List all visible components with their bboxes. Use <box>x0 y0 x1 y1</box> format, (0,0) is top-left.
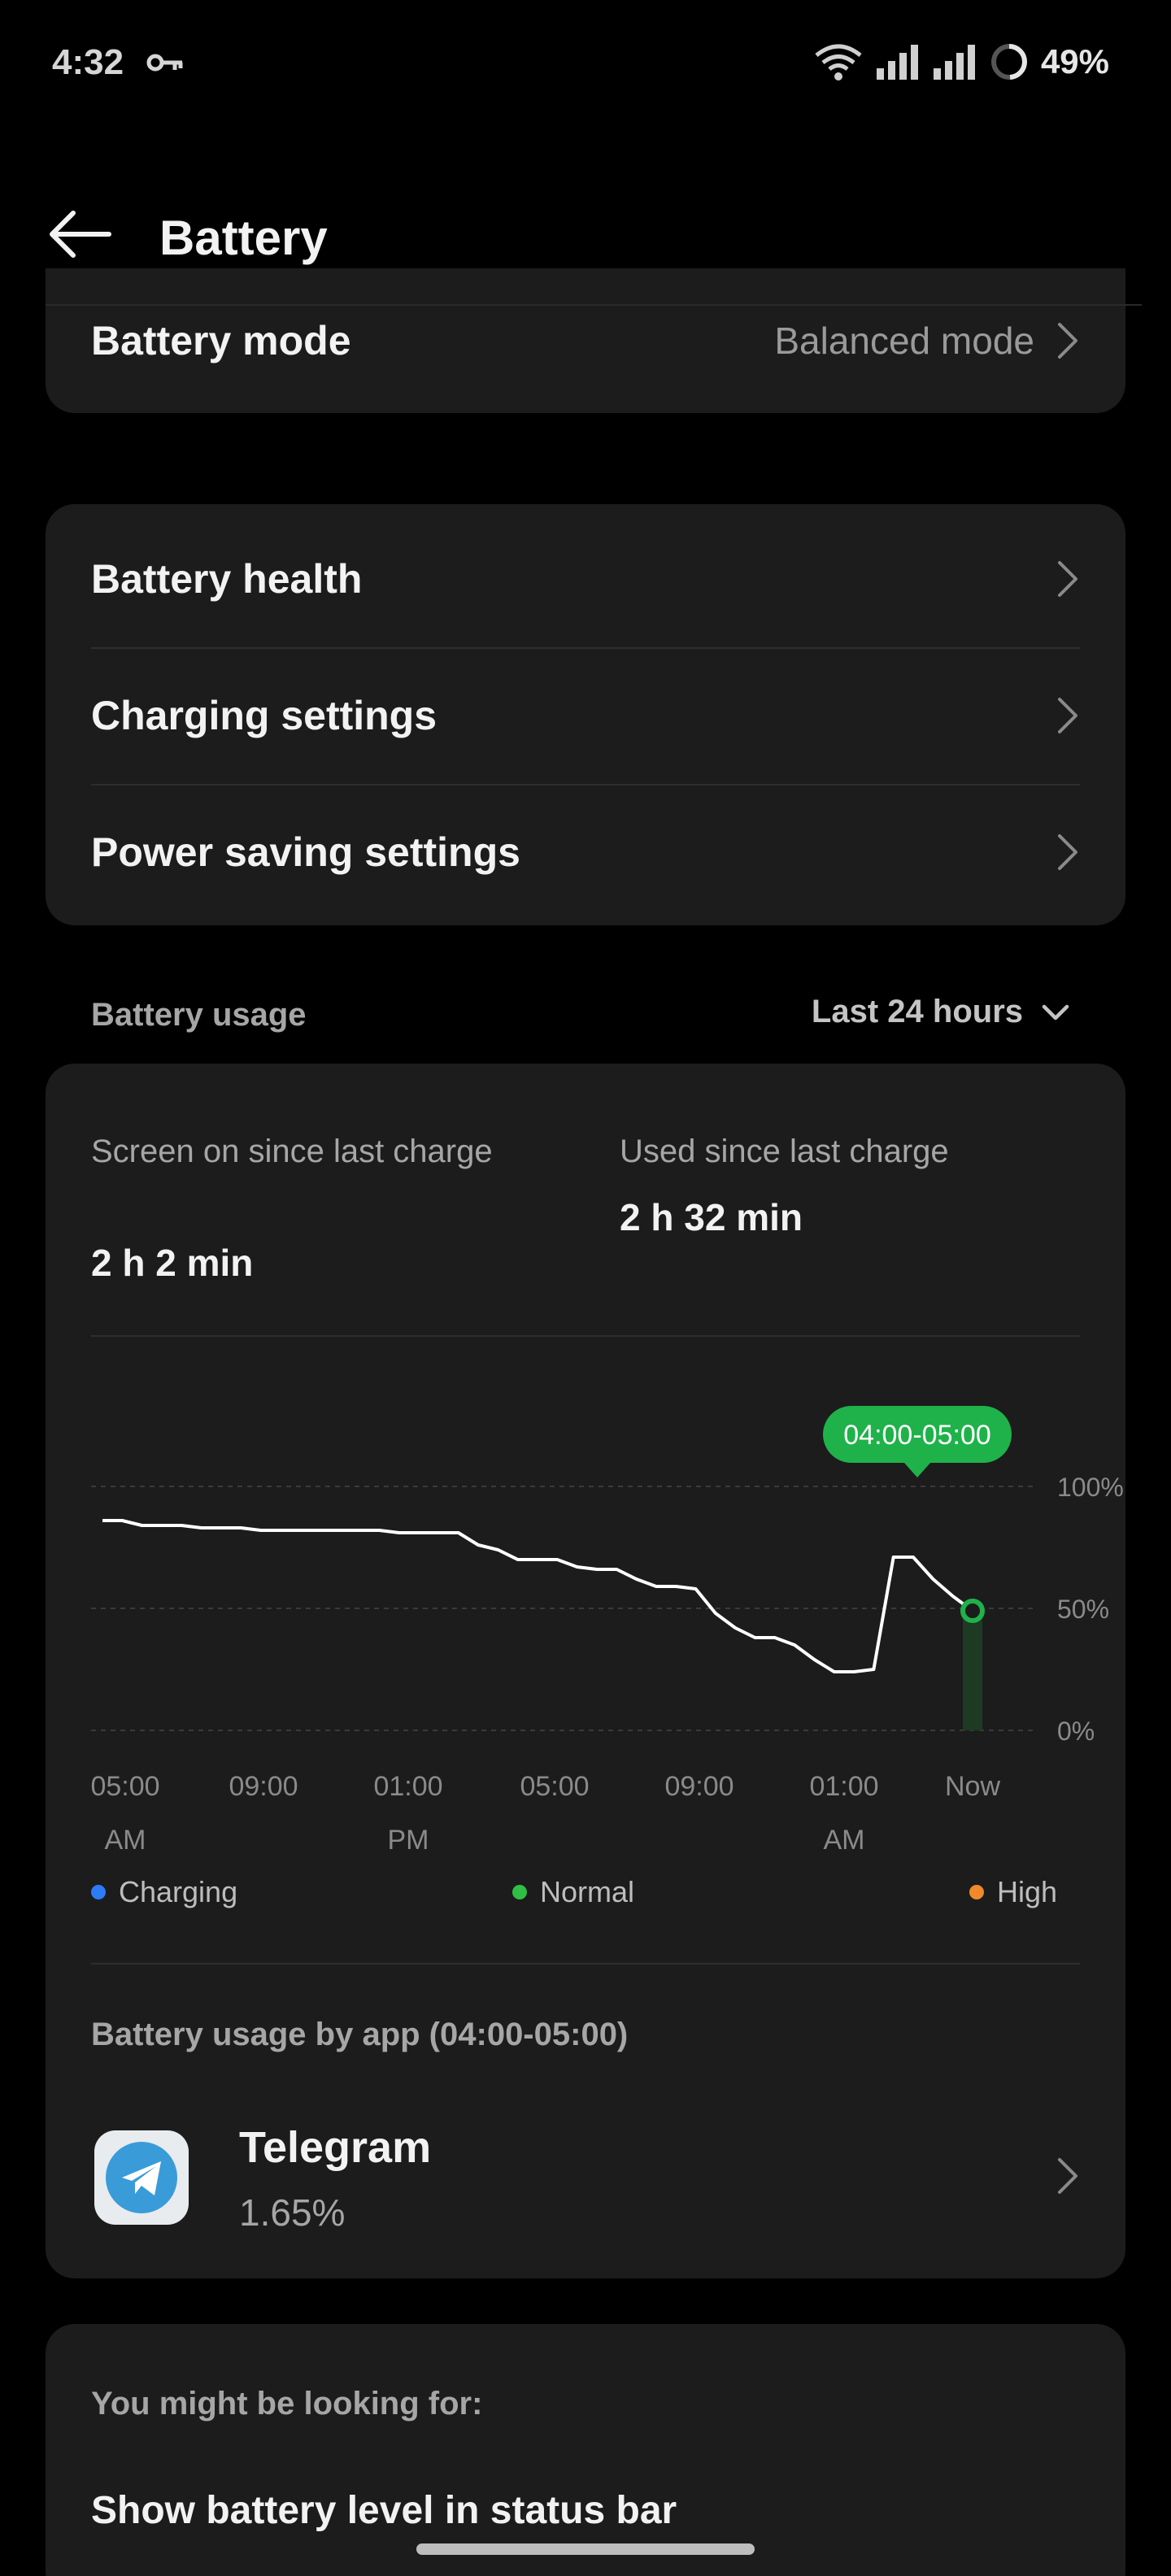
header-divider <box>46 304 1142 306</box>
chevron-right-icon <box>1058 561 1077 597</box>
used-since-value: 2 h 32 min <box>620 1196 803 1238</box>
x-tick-label: Now <box>945 1771 1000 1802</box>
used-since-label: Used since last charge <box>620 1134 949 1169</box>
status-icons: 49% <box>813 39 1109 85</box>
suggestion-show-battery-level[interactable]: Show battery level in status bar <box>91 2488 677 2533</box>
telegram-icon <box>94 2130 189 2225</box>
signal-icon <box>933 45 975 80</box>
x-tick-label: 05:00 <box>90 1771 159 1802</box>
power-saving-settings-label: Power saving settings <box>91 829 520 875</box>
legend-charging: Charging <box>91 1875 237 1909</box>
chevron-right-icon <box>1058 698 1077 733</box>
x-tick-label: AM <box>824 1825 865 1856</box>
chevron-right-icon <box>1058 323 1077 359</box>
power-saving-settings-row[interactable]: Power saving settings <box>46 784 1125 920</box>
battery-ring-icon <box>990 44 1027 80</box>
usage-by-app-title: Battery usage by app (04:00-05:00) <box>91 2017 629 2052</box>
battery-level-chart[interactable]: 100%50%0% 05:00AM09:00 01:00PM05:00 09:00 0… <box>46 1389 1125 1925</box>
chevron-right-icon <box>1058 2158 1077 2194</box>
battery-mode-value: Balanced mode <box>774 320 1034 362</box>
wifi-icon <box>815 44 862 80</box>
screen-on-label: Screen on since last charge <box>91 1134 493 1169</box>
x-tick-label: 01:00 <box>373 1771 442 1802</box>
battery-settings-screen: 4:32 49% Battery Battery mode Balanced m… <box>0 0 1171 2576</box>
battery-level-line <box>102 1519 974 1673</box>
stats-divider <box>91 1335 1080 1337</box>
legend-high: High <box>969 1875 1057 1909</box>
screen-on-value: 2 h 2 min <box>91 1242 254 1284</box>
legend-high-label: High <box>997 1875 1058 1908</box>
legend-normal: Normal <box>512 1875 634 1909</box>
home-indicator[interactable] <box>416 2543 755 2555</box>
battery-mode-card: Battery mode Balanced mode <box>46 268 1125 413</box>
battery-health-row[interactable]: Battery health <box>46 511 1125 647</box>
battery-mode-label: Battery mode <box>91 318 351 363</box>
charging-settings-row[interactable]: Charging settings <box>46 647 1125 784</box>
chart-x-axis: 05:00 AM 09:00 01:00 PM 05:00 09:00 01:00 AM Now <box>90 1771 1000 1856</box>
y-tick-label: 100% <box>1057 1473 1124 1502</box>
app-usage-row-telegram[interactable] <box>46 2098 1125 2261</box>
charging-dot-icon <box>91 1885 106 1899</box>
legend-divider <box>91 1963 1080 1965</box>
legend-charging-label: Charging <box>119 1875 238 1908</box>
key-icon <box>146 54 183 72</box>
x-tick-label: 09:00 <box>664 1771 734 1802</box>
chart-y-axis: 100% 50% 0% <box>1057 1473 1124 1746</box>
app-usage-percent: 1.65% <box>239 2191 346 2234</box>
battery-percent: 49% <box>1040 42 1109 80</box>
chevron-down-icon <box>1042 1004 1069 1020</box>
high-dot-icon <box>969 1885 984 1899</box>
page-title: Battery <box>159 211 328 265</box>
y-tick-label: 0% <box>1057 1717 1095 1746</box>
y-tick-label: 50% <box>1057 1595 1109 1624</box>
charging-settings-label: Charging settings <box>91 693 437 738</box>
period-value: Last 24 hours <box>811 994 1023 1029</box>
x-tick-label: AM <box>105 1825 146 1856</box>
battery-settings-card: Battery health Charging settings Power s… <box>46 504 1125 925</box>
x-tick-label: 01:00 <box>809 1771 878 1802</box>
status-time: 4:32 <box>52 42 124 82</box>
battery-usage-card: Screen on since last charge 2 h 2 min Us… <box>46 1064 1125 2278</box>
battery-health-label: Battery health <box>91 556 363 602</box>
period-dropdown[interactable]: Last 24 hours <box>812 994 1070 1030</box>
signal-icon <box>876 45 918 80</box>
current-hour-bar <box>963 1611 982 1730</box>
battery-usage-heading: Battery usage <box>91 997 307 1033</box>
normal-dot-icon <box>512 1885 527 1899</box>
suggestions-card <box>46 2324 1125 2576</box>
current-level-point <box>960 1599 985 1623</box>
x-tick-label: 05:00 <box>520 1771 589 1802</box>
hour-tooltip: 04:00-05:00 <box>823 1406 1012 1477</box>
x-tick-label: 09:00 <box>229 1771 298 1802</box>
app-name: Telegram <box>239 2123 432 2172</box>
suggestions-title: You might be looking for: <box>91 2386 483 2422</box>
battery-mode-row[interactable]: Battery mode Balanced mode <box>46 268 1125 413</box>
tooltip-label: 04:00-05:00 <box>843 1420 991 1451</box>
chevron-right-icon <box>1058 834 1077 870</box>
x-tick-label: PM <box>388 1825 429 1856</box>
arrow-left-icon[interactable] <box>46 205 114 263</box>
legend-normal-label: Normal <box>540 1875 635 1908</box>
status-bar: 4:32 49% <box>0 0 1171 130</box>
chart-grid <box>91 1486 1034 1731</box>
